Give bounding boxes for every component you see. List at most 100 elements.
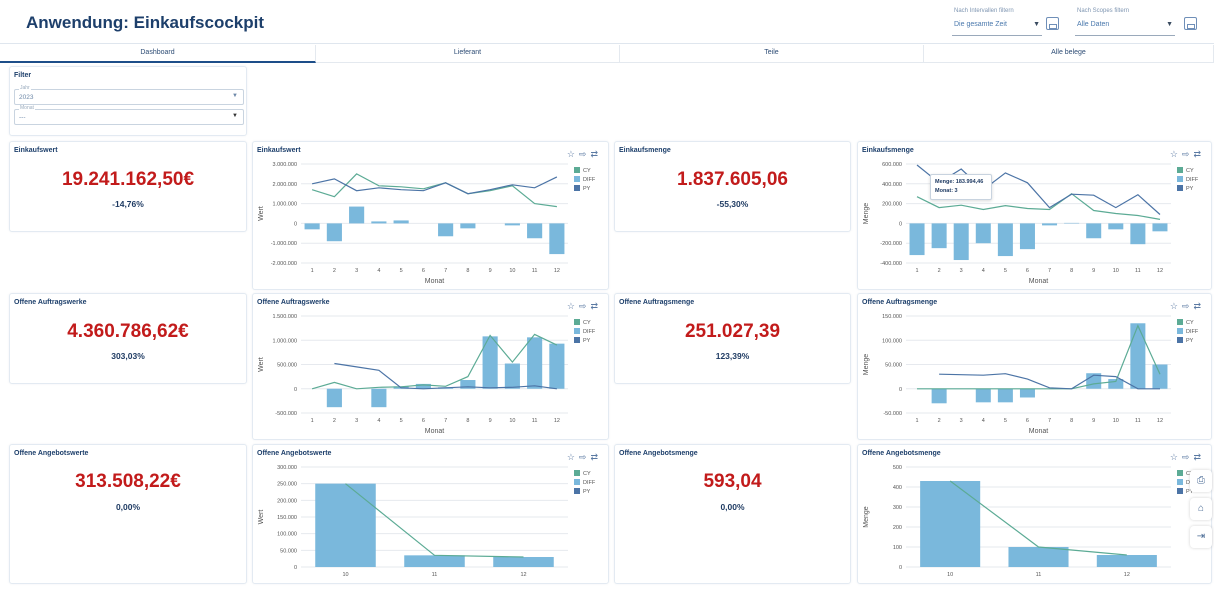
y-tick-label: 2.000.000 bbox=[273, 182, 297, 188]
bar-diff bbox=[404, 555, 465, 567]
chart-card: Offene Angebotsmenge ☆⇨⇄ 010020030040050… bbox=[857, 444, 1212, 584]
kpi-value: 4.360.786,62€ bbox=[10, 321, 246, 343]
export-icon[interactable]: ⇨ bbox=[1182, 301, 1194, 311]
bar-diff bbox=[549, 344, 564, 389]
chart-actions[interactable]: ☆⇨⇄ bbox=[1170, 452, 1205, 463]
export-icon[interactable]: ⇨ bbox=[579, 452, 591, 462]
chart-actions[interactable]: ☆⇨⇄ bbox=[567, 149, 602, 160]
kpi-card: Einkaufsmenge 1.837.605,06 -55,30% bbox=[614, 141, 851, 232]
bar-diff bbox=[505, 223, 520, 225]
export-icon[interactable]: ⇨ bbox=[1182, 149, 1194, 159]
legend-label: CY bbox=[583, 168, 591, 174]
y-tick-label: 0 bbox=[899, 221, 902, 227]
year-select[interactable]: Jahr 2023 ▼ bbox=[14, 89, 244, 105]
scope-filter-label: Nach Scopes filtern bbox=[1077, 8, 1129, 14]
x-tick-label: 11 bbox=[1135, 418, 1141, 424]
x-tick-label: 8 bbox=[466, 268, 469, 274]
month-select-value: --- bbox=[19, 114, 26, 121]
swap-icon[interactable]: ⇄ bbox=[590, 301, 602, 311]
x-tick-label: 3 bbox=[355, 268, 358, 274]
legend-swatch bbox=[1177, 176, 1183, 182]
interval-filter-value: Die gesamte Zeit bbox=[954, 21, 1007, 28]
x-tick-label: 4 bbox=[377, 418, 380, 424]
logout-button[interactable]: ⇥ bbox=[1190, 526, 1212, 548]
star-icon[interactable]: ☆ bbox=[567, 149, 579, 159]
legend-label: PY bbox=[583, 186, 591, 192]
tab-lieferant[interactable]: Lieferant bbox=[316, 45, 620, 63]
chart-card: Offene Auftragsmenge ☆⇨⇄ -50.000050.0001… bbox=[857, 293, 1212, 440]
x-tick-label: 12 bbox=[554, 418, 560, 424]
y-tick-label: 100.000 bbox=[882, 338, 902, 344]
export-icon[interactable]: ⇨ bbox=[579, 301, 591, 311]
x-tick-label: 11 bbox=[1036, 572, 1042, 578]
y-tick-label: 1.000.000 bbox=[273, 338, 297, 344]
legend-label: PY bbox=[583, 489, 591, 495]
legend-label: DIFF bbox=[1186, 329, 1199, 335]
x-tick-label: 11 bbox=[432, 572, 438, 578]
swap-icon[interactable]: ⇄ bbox=[590, 452, 602, 462]
x-tick-label: 11 bbox=[1135, 268, 1141, 274]
save-icon[interactable] bbox=[1184, 17, 1197, 30]
chart-card: Einkaufswert ☆⇨⇄ -2.000.000-1.000.00001.… bbox=[252, 141, 609, 290]
x-tick-label: 10 bbox=[1113, 418, 1119, 424]
star-icon[interactable]: ☆ bbox=[567, 301, 579, 311]
star-icon[interactable]: ☆ bbox=[1170, 149, 1182, 159]
chart-actions[interactable]: ☆⇨⇄ bbox=[567, 452, 602, 463]
kpi-card: Offene Auftragswerke 4.360.786,62€ 303,0… bbox=[9, 293, 247, 384]
bar-diff bbox=[394, 220, 409, 223]
x-tick-label: 9 bbox=[489, 418, 492, 424]
print-button[interactable]: ⎙ bbox=[1190, 470, 1212, 492]
bar-diff bbox=[527, 337, 542, 388]
chart-plot: -2.000.000-1.000.00001.000.0002.000.0003… bbox=[253, 142, 610, 291]
bar-diff bbox=[527, 223, 542, 238]
home-button[interactable]: ⌂ bbox=[1190, 498, 1212, 520]
legend-label: DIFF bbox=[583, 177, 596, 183]
month-select-label: Monat bbox=[19, 105, 35, 111]
legend-swatch bbox=[574, 479, 580, 485]
legend-swatch bbox=[1177, 479, 1183, 485]
kpi-change: 0,00% bbox=[615, 502, 850, 512]
kpi-change: 303,03% bbox=[10, 351, 246, 361]
swap-icon[interactable]: ⇄ bbox=[590, 149, 602, 159]
legend-swatch bbox=[574, 185, 580, 191]
print-icon: ⎙ bbox=[1197, 475, 1205, 486]
swap-icon[interactable]: ⇄ bbox=[1193, 301, 1205, 311]
kpi-value: 593,04 bbox=[615, 471, 850, 493]
chart-actions[interactable]: ☆⇨⇄ bbox=[1170, 149, 1205, 160]
star-icon[interactable]: ☆ bbox=[567, 452, 579, 462]
swap-icon[interactable]: ⇄ bbox=[1193, 149, 1205, 159]
bar-diff bbox=[976, 389, 991, 403]
chevron-down-icon: ▼ bbox=[232, 93, 238, 99]
tab-teile[interactable]: Teile bbox=[620, 45, 924, 63]
y-tick-label: 0 bbox=[294, 221, 297, 227]
tab-alle-belege[interactable]: Alle belege bbox=[924, 45, 1214, 63]
bar-diff bbox=[976, 223, 991, 243]
export-icon[interactable]: ⇨ bbox=[1182, 452, 1194, 462]
scope-filter-select[interactable]: Nach Scopes filtern Alle Daten ▼ bbox=[1075, 14, 1175, 36]
series-line-py bbox=[334, 364, 557, 389]
x-tick-label: 11 bbox=[532, 418, 538, 424]
chart-actions[interactable]: ☆⇨⇄ bbox=[1170, 301, 1205, 312]
x-tick-label: 4 bbox=[377, 268, 380, 274]
star-icon[interactable]: ☆ bbox=[1170, 452, 1182, 462]
y-tick-label: -50.000 bbox=[883, 411, 902, 417]
x-tick-label: 12 bbox=[520, 572, 526, 578]
chart-actions[interactable]: ☆⇨⇄ bbox=[567, 301, 602, 312]
x-tick-label: 9 bbox=[489, 268, 492, 274]
star-icon[interactable]: ☆ bbox=[1170, 301, 1182, 311]
series-line-py bbox=[939, 374, 1160, 389]
save-icon[interactable] bbox=[1046, 17, 1059, 30]
bar-diff bbox=[1152, 223, 1167, 231]
x-tick-label: 9 bbox=[1092, 418, 1095, 424]
chevron-down-icon: ▼ bbox=[1166, 21, 1173, 28]
x-axis-label: Monat bbox=[425, 428, 445, 435]
swap-icon[interactable]: ⇄ bbox=[1193, 452, 1205, 462]
tab-bar: Dashboard Lieferant Teile Alle belege bbox=[0, 45, 1214, 63]
interval-filter-select[interactable]: Nach Intervallen filtern Die gesamte Zei… bbox=[952, 14, 1042, 36]
tab-dashboard[interactable]: Dashboard bbox=[0, 45, 316, 63]
month-select[interactable]: Monat --- ▼ bbox=[14, 109, 244, 125]
y-axis-label: Wert bbox=[258, 510, 265, 525]
kpi-title: Einkaufsmenge bbox=[619, 147, 671, 154]
x-tick-label: 4 bbox=[982, 418, 985, 424]
export-icon[interactable]: ⇨ bbox=[579, 149, 591, 159]
